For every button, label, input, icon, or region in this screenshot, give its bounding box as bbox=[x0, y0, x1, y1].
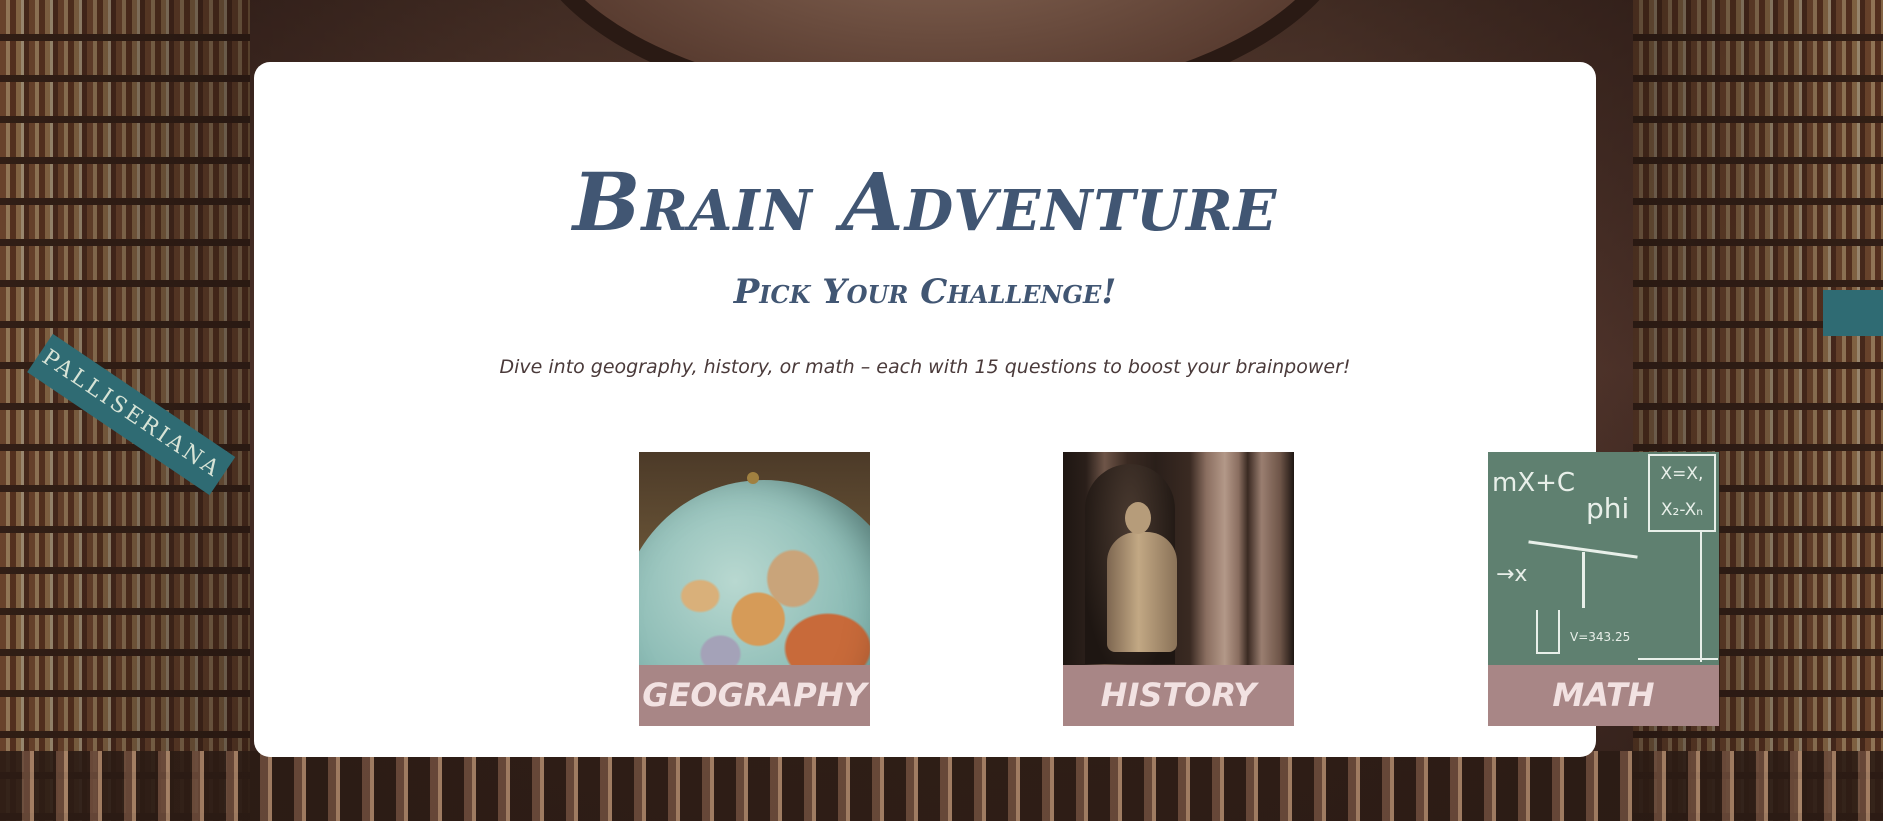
category-card-history[interactable]: HISTORY bbox=[1063, 452, 1294, 726]
gallery-rail bbox=[0, 751, 1883, 821]
statue-image bbox=[1063, 452, 1294, 665]
chalkboard-image: mX+C phi →x V=343.25 X=X, X₂-Xₙ bbox=[1488, 452, 1719, 665]
chalk-cup bbox=[1536, 610, 1560, 654]
chalk-expression: V=343.25 bbox=[1570, 630, 1631, 644]
globe-icon bbox=[639, 480, 870, 665]
category-card-geography[interactable]: GEOGRAPHY bbox=[639, 452, 870, 726]
statue-body bbox=[1107, 532, 1177, 652]
globe-cap bbox=[747, 472, 759, 484]
chalk-formula-box: X=X, X₂-Xₙ bbox=[1648, 454, 1716, 532]
category-label-geography[interactable]: GEOGRAPHY bbox=[639, 665, 870, 726]
category-label-history[interactable]: HISTORY bbox=[1063, 665, 1294, 726]
page-tagline: Dive into geography, history, or math – … bbox=[499, 356, 1351, 378]
chalk-axis-y bbox=[1700, 532, 1702, 662]
category-card-math[interactable]: mX+C phi →x V=343.25 X=X, X₂-Xₙ MATH bbox=[1488, 452, 1719, 726]
chalk-axis-x bbox=[1638, 658, 1718, 660]
globe-image bbox=[639, 452, 870, 665]
statue-head bbox=[1125, 502, 1151, 534]
library-banner-right bbox=[1823, 290, 1883, 336]
chalk-expression: phi bbox=[1586, 492, 1630, 525]
page-title: Brain Adventure bbox=[572, 155, 1278, 249]
chalk-expression: →x bbox=[1496, 562, 1528, 587]
main-card: Brain Adventure Pick Your Challenge! Div… bbox=[254, 62, 1719, 757]
chalk-seesaw-leg bbox=[1582, 552, 1585, 608]
category-label-math[interactable]: MATH bbox=[1488, 665, 1719, 726]
chalk-expression: mX+C bbox=[1492, 468, 1576, 498]
page-subtitle: Pick Your Challenge! bbox=[733, 272, 1117, 312]
